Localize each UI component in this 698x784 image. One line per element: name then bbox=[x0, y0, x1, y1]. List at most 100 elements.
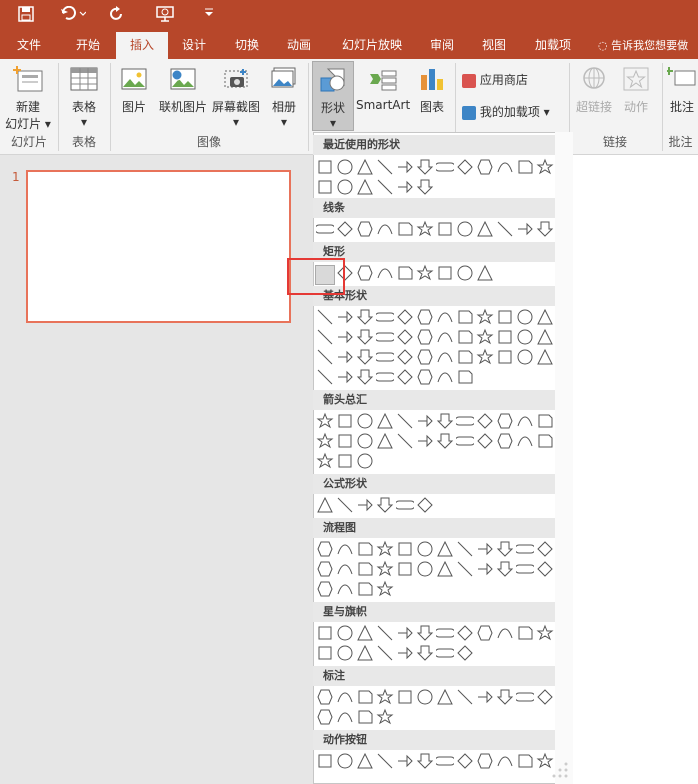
shape-option[interactable] bbox=[436, 688, 454, 706]
shape-option[interactable] bbox=[316, 220, 334, 238]
shape-option[interactable] bbox=[436, 264, 454, 282]
tab-design[interactable]: 设计 bbox=[168, 32, 220, 59]
shape-option[interactable] bbox=[336, 220, 354, 238]
shape-option[interactable] bbox=[516, 158, 534, 176]
shape-option[interactable] bbox=[416, 412, 434, 430]
shape-option[interactable] bbox=[336, 540, 354, 558]
shape-option[interactable] bbox=[336, 560, 354, 578]
shape-option[interactable] bbox=[396, 624, 414, 642]
shape-option[interactable] bbox=[536, 688, 554, 706]
shape-option[interactable] bbox=[476, 412, 494, 430]
shape-option[interactable] bbox=[456, 560, 474, 578]
shape-option[interactable] bbox=[396, 264, 414, 282]
dropdown-scrollbar[interactable] bbox=[555, 132, 573, 784]
shape-option[interactable] bbox=[496, 220, 514, 238]
shape-option[interactable] bbox=[416, 752, 434, 770]
present-icon[interactable] bbox=[155, 6, 175, 26]
shape-option[interactable] bbox=[416, 624, 434, 642]
shape-option[interactable] bbox=[336, 178, 354, 196]
shape-option[interactable] bbox=[356, 178, 374, 196]
shape-option[interactable] bbox=[376, 688, 394, 706]
shape-option[interactable] bbox=[536, 412, 554, 430]
shape-option[interactable] bbox=[536, 220, 554, 238]
shape-option[interactable] bbox=[356, 308, 374, 326]
tab-addins[interactable]: 加载项 bbox=[526, 32, 580, 59]
shape-option[interactable] bbox=[376, 624, 394, 642]
resize-grip-icon[interactable] bbox=[540, 754, 570, 784]
new-slide-button[interactable]: 新建 幻灯片 ▾ bbox=[4, 65, 52, 132]
shape-option[interactable] bbox=[496, 540, 514, 558]
shape-option[interactable] bbox=[396, 328, 414, 346]
shape-option[interactable] bbox=[336, 688, 354, 706]
shape-option[interactable] bbox=[396, 752, 414, 770]
shape-option[interactable] bbox=[416, 348, 434, 366]
shape-option[interactable] bbox=[336, 708, 354, 726]
shape-option[interactable] bbox=[496, 412, 514, 430]
tab-transitions[interactable]: 切换 bbox=[222, 32, 272, 59]
shape-option[interactable] bbox=[396, 178, 414, 196]
shape-option[interactable] bbox=[356, 688, 374, 706]
customize-qa-icon[interactable] bbox=[204, 6, 214, 21]
shape-option[interactable] bbox=[316, 308, 334, 326]
shape-option[interactable] bbox=[396, 368, 414, 386]
shape-option[interactable] bbox=[396, 348, 414, 366]
comment-button[interactable]: 批注 bbox=[666, 65, 698, 115]
shape-option[interactable] bbox=[376, 178, 394, 196]
shape-option[interactable] bbox=[456, 412, 474, 430]
shape-option[interactable] bbox=[336, 368, 354, 386]
shape-option[interactable] bbox=[476, 328, 494, 346]
shape-option[interactable] bbox=[376, 496, 394, 514]
shape-option[interactable] bbox=[356, 752, 374, 770]
shape-option[interactable] bbox=[356, 412, 374, 430]
shape-option[interactable] bbox=[356, 368, 374, 386]
shape-option[interactable] bbox=[476, 624, 494, 642]
shape-option[interactable] bbox=[336, 752, 354, 770]
shape-option[interactable] bbox=[336, 496, 354, 514]
shape-option[interactable] bbox=[396, 688, 414, 706]
shape-option[interactable] bbox=[396, 540, 414, 558]
shape-option[interactable] bbox=[316, 560, 334, 578]
shape-option[interactable] bbox=[436, 624, 454, 642]
shape-option[interactable] bbox=[456, 540, 474, 558]
shape-option[interactable] bbox=[336, 328, 354, 346]
tab-home[interactable]: 开始 bbox=[62, 32, 114, 59]
shape-option[interactable] bbox=[376, 308, 394, 326]
shape-option[interactable] bbox=[416, 220, 434, 238]
shape-option[interactable] bbox=[356, 264, 374, 282]
shape-option[interactable] bbox=[536, 328, 554, 346]
undo-icon[interactable] bbox=[60, 5, 87, 26]
shape-option[interactable] bbox=[396, 432, 414, 450]
shape-option[interactable] bbox=[516, 308, 534, 326]
action-button[interactable]: 动作 bbox=[618, 65, 654, 115]
shape-option[interactable] bbox=[396, 220, 414, 238]
picture-button[interactable]: 图片 bbox=[114, 65, 154, 115]
online-picture-button[interactable]: 联机图片 bbox=[156, 65, 210, 115]
store-button[interactable]: 应用商店 bbox=[462, 71, 562, 88]
shape-option[interactable] bbox=[376, 348, 394, 366]
shape-option[interactable] bbox=[336, 158, 354, 176]
slide-thumbnail[interactable] bbox=[26, 170, 291, 323]
shape-option[interactable] bbox=[316, 540, 334, 558]
shape-option[interactable] bbox=[456, 328, 474, 346]
shape-option[interactable] bbox=[496, 308, 514, 326]
shape-option[interactable] bbox=[516, 412, 534, 430]
shape-option[interactable] bbox=[536, 432, 554, 450]
shape-option[interactable] bbox=[416, 496, 434, 514]
shape-option[interactable] bbox=[476, 432, 494, 450]
shape-option[interactable] bbox=[336, 412, 354, 430]
shape-option[interactable] bbox=[436, 752, 454, 770]
shape-option[interactable] bbox=[476, 264, 494, 282]
shape-option[interactable] bbox=[356, 540, 374, 558]
screenshot-button[interactable]: 屏幕截图 ▾ bbox=[210, 65, 262, 129]
shape-option[interactable] bbox=[356, 432, 374, 450]
shape-option[interactable] bbox=[316, 452, 334, 470]
shape-option[interactable] bbox=[376, 752, 394, 770]
shape-option[interactable] bbox=[376, 708, 394, 726]
chart-button[interactable]: 图表 bbox=[414, 65, 450, 115]
shape-option[interactable] bbox=[456, 368, 474, 386]
shape-option[interactable] bbox=[316, 708, 334, 726]
shape-option[interactable] bbox=[396, 412, 414, 430]
shape-option[interactable] bbox=[336, 452, 354, 470]
shape-option[interactable] bbox=[436, 220, 454, 238]
shape-option[interactable] bbox=[376, 158, 394, 176]
